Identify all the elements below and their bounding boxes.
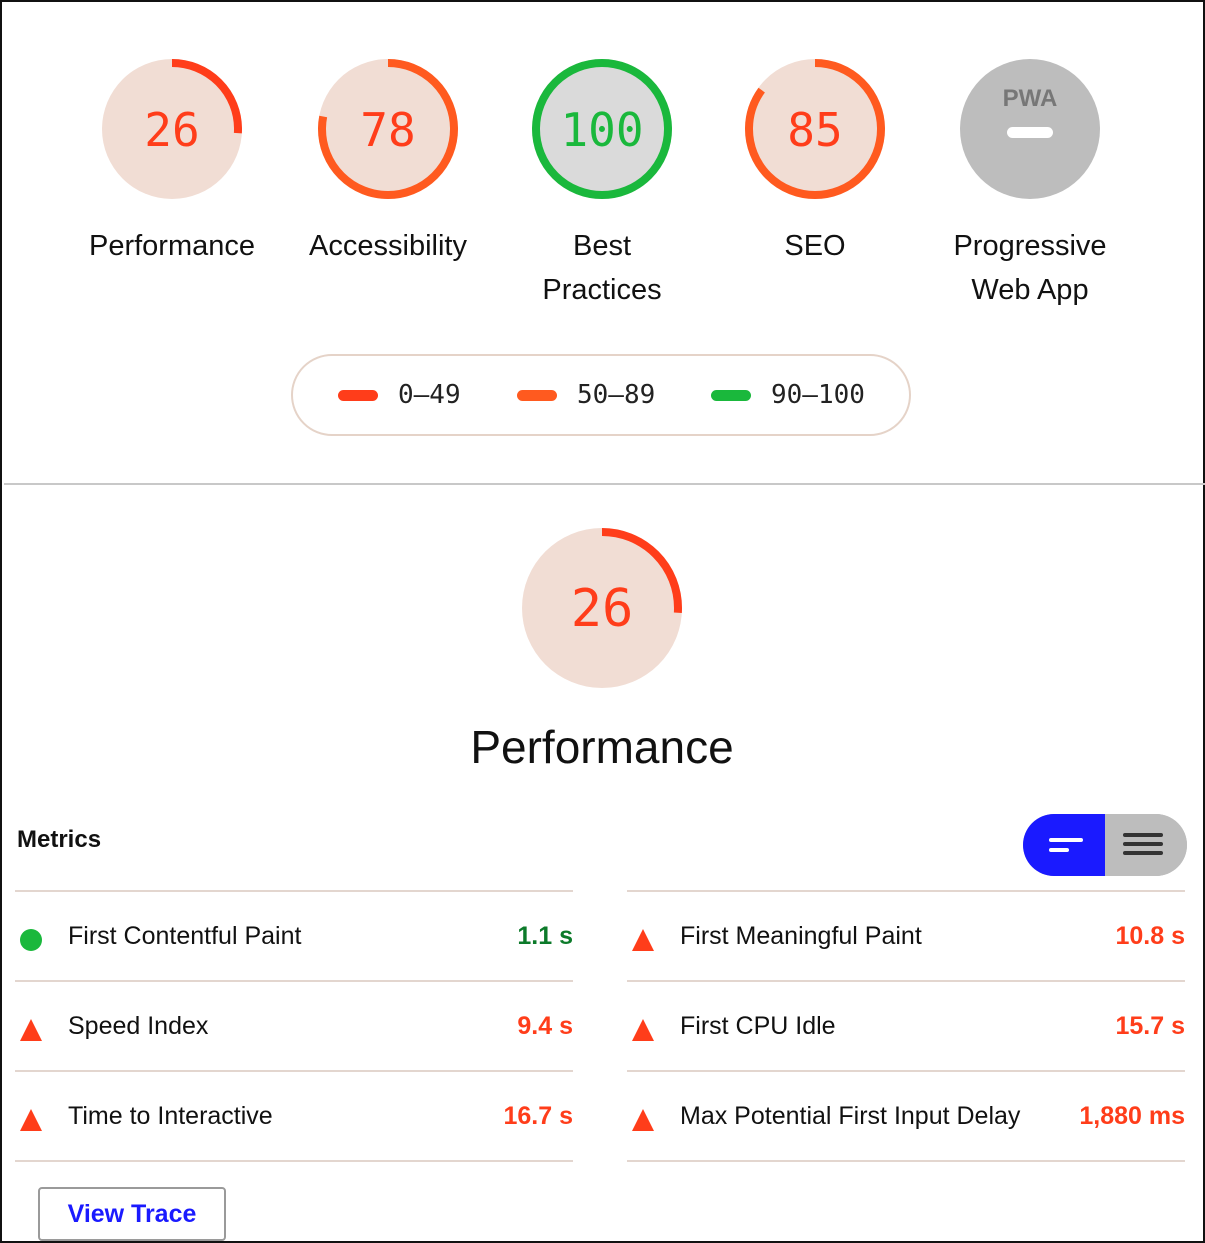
gauge-performance[interactable]: 26 Performance bbox=[62, 54, 282, 268]
pwa-logo-text: PWA bbox=[1003, 85, 1058, 112]
metric-name: Speed Index bbox=[68, 1012, 209, 1040]
gauge-performance-ring: 26 bbox=[102, 59, 242, 199]
gauge-label: SEO bbox=[784, 230, 846, 262]
compact-view-button[interactable] bbox=[1023, 814, 1105, 876]
gauge-label: Accessibility bbox=[309, 230, 467, 262]
gauge-accessibility-ring: 78 bbox=[318, 59, 458, 199]
section-divider bbox=[4, 483, 1205, 485]
lines-icon bbox=[1123, 851, 1163, 855]
metric-row: First Meaningful Paint 10.8 s bbox=[627, 890, 1185, 980]
fail-triangle-icon bbox=[632, 1109, 654, 1131]
legend-swatch bbox=[711, 389, 751, 401]
view-trace-button[interactable]: View Trace bbox=[38, 1187, 226, 1241]
gauge-score: 26 bbox=[571, 579, 634, 639]
legend-item-pass: 90–100 bbox=[711, 356, 865, 434]
metrics-view-toggle[interactable] bbox=[1023, 814, 1187, 876]
metric-row: Speed Index 9.4 s bbox=[15, 980, 573, 1070]
gauge-label: Best Practices bbox=[542, 230, 662, 306]
metric-value: 1.1 s bbox=[517, 922, 573, 950]
metric-name: First Contentful Paint bbox=[68, 922, 302, 950]
gauge-score: 85 bbox=[787, 103, 842, 157]
metric-value: 1,880 ms bbox=[1079, 1102, 1185, 1130]
report-frame: 26 Performance 78 Accessibility 100 Best… bbox=[0, 0, 1205, 1243]
metric-value: 9.4 s bbox=[517, 1012, 573, 1040]
gauge-seo-ring: 85 bbox=[745, 59, 885, 199]
gauge-label: Performance bbox=[88, 230, 255, 262]
short-lines-icon bbox=[1049, 848, 1069, 852]
legend-range: 90–100 bbox=[771, 380, 865, 410]
metric-row: First CPU Idle 15.7 s bbox=[627, 980, 1185, 1070]
metric-name: Time to Interactive bbox=[68, 1102, 273, 1130]
metric-name: Max Potential First Input Delay bbox=[680, 1102, 1021, 1130]
gauge-label: Progressive Web App bbox=[953, 230, 1107, 306]
section-title: Performance bbox=[470, 721, 734, 773]
metric-name: First CPU Idle bbox=[680, 1012, 836, 1040]
gauge-best-practices-ring: 100 bbox=[532, 59, 672, 199]
metric-row: Time to Interactive 16.7 s bbox=[15, 1070, 573, 1162]
expanded-view-button[interactable] bbox=[1105, 814, 1187, 876]
fail-triangle-icon bbox=[632, 929, 654, 951]
legend-swatch bbox=[517, 389, 557, 401]
pwa-badge-icon: PWA bbox=[960, 59, 1100, 199]
legend-swatch bbox=[338, 389, 378, 401]
gauge-pwa[interactable]: PWA Progressive Web App bbox=[920, 54, 1140, 312]
gauge-score: 78 bbox=[360, 103, 415, 157]
score-legend: 0–49 50–89 90–100 bbox=[291, 354, 911, 436]
category-gauges: 26 Performance 78 Accessibility 100 Best… bbox=[2, 2, 1205, 322]
fail-triangle-icon bbox=[20, 1109, 42, 1131]
fail-triangle-icon bbox=[632, 1019, 654, 1041]
short-lines-icon bbox=[1049, 838, 1083, 842]
lines-icon bbox=[1123, 842, 1163, 846]
metric-name: First Meaningful Paint bbox=[680, 922, 922, 950]
metric-row: Max Potential First Input Delay 1,880 ms bbox=[627, 1070, 1185, 1162]
pwa-dash-icon bbox=[1007, 127, 1053, 138]
legend-item-average: 50–89 bbox=[517, 356, 655, 434]
fail-triangle-icon bbox=[20, 1019, 42, 1041]
pass-circle-icon bbox=[20, 929, 42, 951]
metrics-heading: Metrics bbox=[17, 826, 102, 853]
metric-value: 16.7 s bbox=[503, 1102, 573, 1130]
metric-value: 15.7 s bbox=[1115, 1012, 1185, 1040]
legend-range: 0–49 bbox=[398, 380, 461, 410]
lines-icon bbox=[1123, 833, 1163, 837]
performance-gauge: 26 bbox=[502, 520, 702, 725]
gauge-seo[interactable]: 85 SEO bbox=[705, 54, 925, 268]
gauge-best-practices[interactable]: 100 Best Practices bbox=[492, 54, 712, 312]
legend-item-fail: 0–49 bbox=[338, 356, 461, 434]
gauge-accessibility[interactable]: 78 Accessibility bbox=[278, 54, 498, 268]
performance-gauge-ring: 26 bbox=[522, 528, 682, 688]
gauge-score: 100 bbox=[560, 103, 643, 157]
metrics-column-left: First Contentful Paint 1.1 s Speed Index… bbox=[15, 890, 573, 1162]
metric-value: 10.8 s bbox=[1115, 922, 1185, 950]
gauge-score: 26 bbox=[144, 103, 199, 157]
legend-range: 50–89 bbox=[577, 380, 656, 410]
metric-row: First Contentful Paint 1.1 s bbox=[15, 890, 573, 980]
metrics-column-right: First Meaningful Paint 10.8 s First CPU … bbox=[627, 890, 1185, 1162]
